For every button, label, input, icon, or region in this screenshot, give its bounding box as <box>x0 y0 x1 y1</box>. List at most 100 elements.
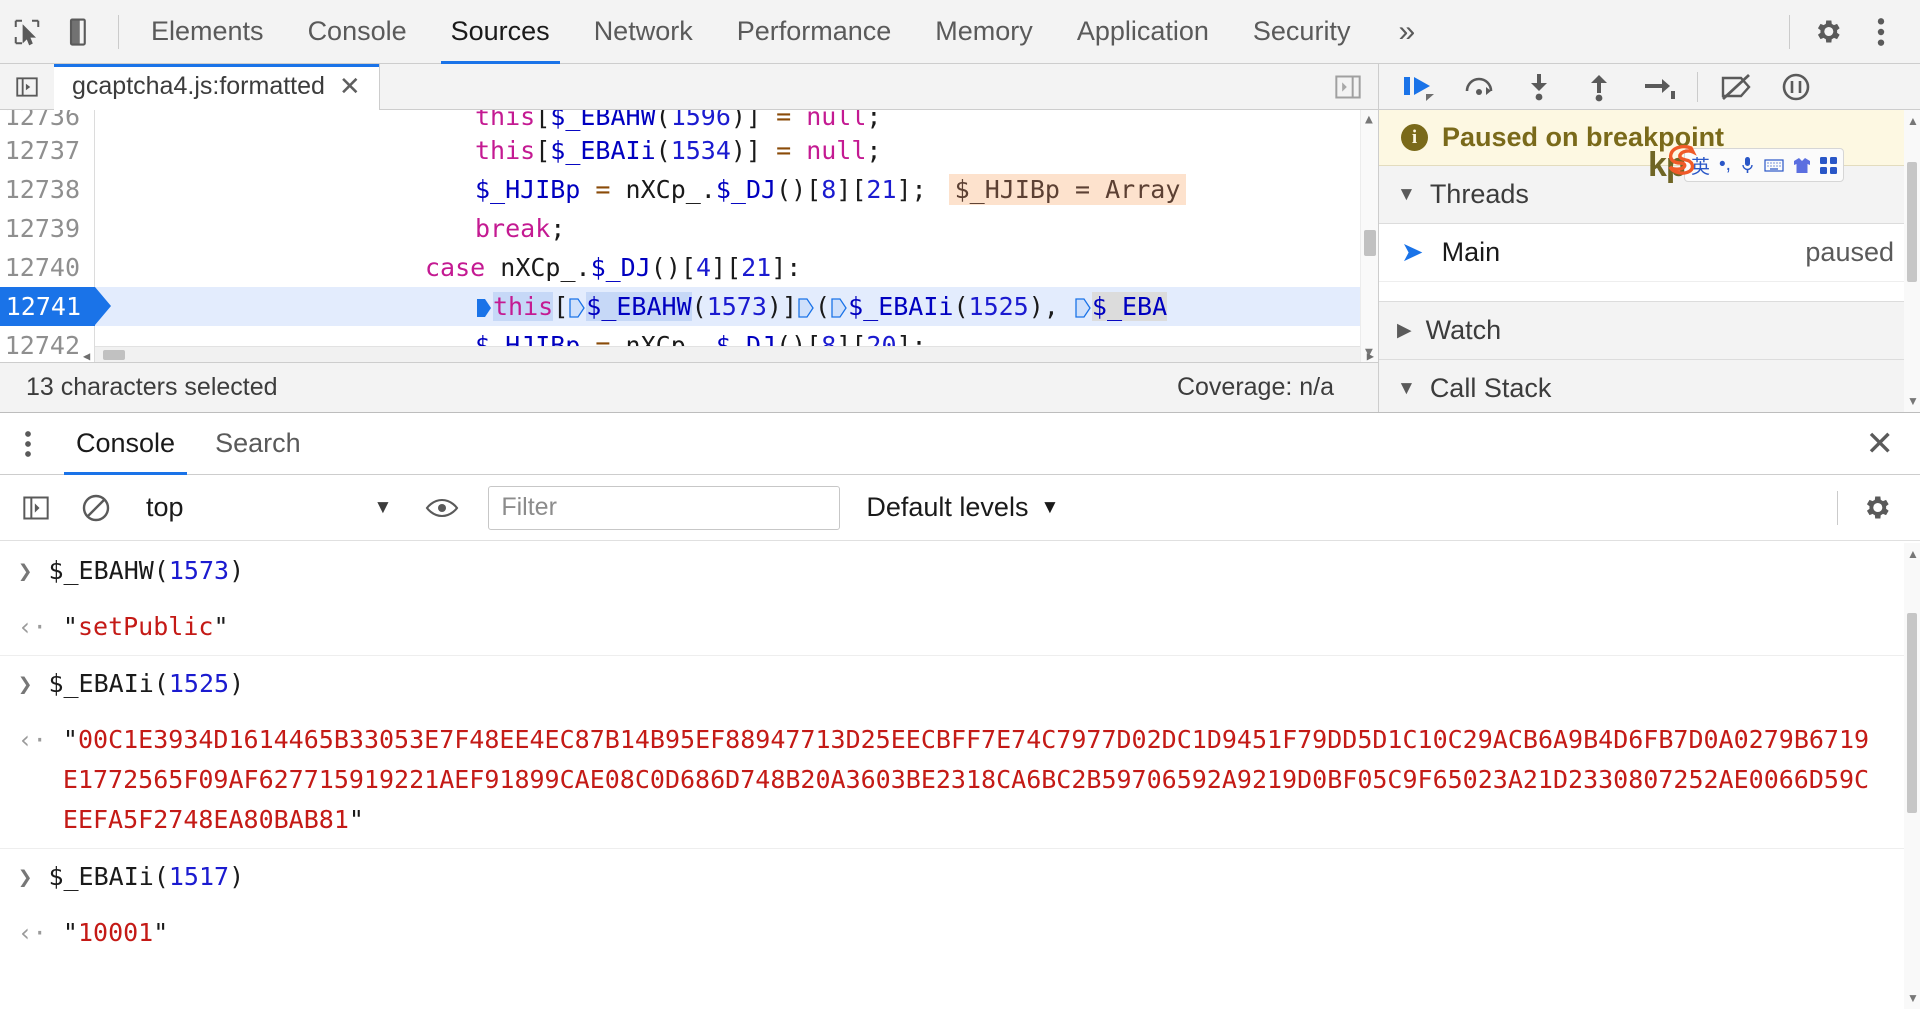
message-text: "10001" <box>63 913 168 953</box>
code-line[interactable]: 12738 $_HJIBp = nXCp_.$_DJ()[8][21];$_HJ… <box>0 170 1378 209</box>
line-number: 12737 <box>0 131 95 170</box>
code-marker-icon[interactable] <box>831 296 847 320</box>
section-label: Threads <box>1430 179 1529 210</box>
gear-icon[interactable] <box>1800 5 1854 59</box>
scroll-up-arrow[interactable]: ▲ <box>1907 114 1919 128</box>
line-content[interactable]: break; <box>95 214 1378 243</box>
message-text: "00C1E3934D1614465B33053E7F48EE4EC87B14B… <box>63 720 1883 840</box>
step-into-icon[interactable] <box>1511 64 1567 110</box>
message-text: $_EBAIi(1525) <box>48 664 244 704</box>
console-output-message[interactable]: ‹· "00C1E3934D1614465B33053E7F48EE4EC87B… <box>0 712 1920 849</box>
line-number: 12738 <box>0 170 95 209</box>
pause-icon[interactable] <box>1768 64 1824 110</box>
show-debugger-icon[interactable] <box>1318 64 1378 110</box>
drawer-tab-console[interactable]: Console <box>56 413 195 475</box>
scroll-up-arrow[interactable]: ▲ <box>1365 112 1373 127</box>
vertical-dots-icon[interactable] <box>1854 5 1908 59</box>
show-navigator-icon[interactable] <box>0 74 54 100</box>
console-input-message[interactable]: ❯ $_EBAIi(1525) <box>0 656 1920 712</box>
tab-memory[interactable]: Memory <box>913 0 1055 64</box>
console-input-message[interactable]: ❯ $_EBAHW(1573) <box>0 543 1920 599</box>
code-marker-icon[interactable] <box>569 296 585 320</box>
line-content[interactable]: case nXCp_.$_DJ()[4][21]: <box>95 253 1378 282</box>
line-content[interactable]: $_HJIBp = nXCp_.$_DJ()[8][21];$_HJIBp = … <box>95 175 1378 204</box>
current-thread-icon: ➤ <box>1401 237 1424 268</box>
chevron-right-icon: ▶ <box>1397 319 1412 342</box>
scrollbar-thumb-h[interactable] <box>103 350 125 360</box>
console-input-message[interactable]: ❯ $_EBAIi(1517) <box>0 849 1920 905</box>
thread-row-main[interactable]: ➤ Main paused <box>1379 224 1920 282</box>
tab-performance[interactable]: Performance <box>715 0 914 64</box>
code-line-executing[interactable]: 12741 this[$_EBAHW(1573)]($_EBAIi(1525),… <box>0 287 1378 326</box>
editor-horizontal-scrollbar[interactable]: ◀ ▶ <box>95 346 1360 362</box>
code-line[interactable]: 12737 this[$_EBAIi(1534)] = null; <box>0 131 1378 170</box>
inspect-cursor-icon[interactable] <box>0 5 54 59</box>
debugger-sidebar: i Paused on breakpoint ▼ Threads ➤ Main … <box>1378 64 1920 412</box>
tab-network[interactable]: Network <box>572 0 715 64</box>
close-icon[interactable]: ✕ <box>1866 424 1920 464</box>
scrollbar-thumb[interactable] <box>1907 613 1917 813</box>
scroll-left-arrow[interactable]: ◀ <box>83 349 90 362</box>
code-line[interactable]: 12739 break; <box>0 209 1378 248</box>
step-out-icon[interactable] <box>1571 64 1627 110</box>
code-line[interactable]: 12740 case nXCp_.$_DJ()[4][21]: <box>0 248 1378 287</box>
drawer-tab-search[interactable]: Search <box>195 413 321 475</box>
gear-icon[interactable] <box>1848 480 1904 536</box>
scroll-right-arrow[interactable]: ▶ <box>1367 349 1374 362</box>
deactivate-breakpoints-icon[interactable] <box>1708 64 1764 110</box>
section-label: Watch <box>1426 315 1502 346</box>
console-output-message[interactable]: ‹· "10001" <box>0 905 1920 961</box>
step-icon[interactable] <box>1631 64 1687 110</box>
tab-application[interactable]: Application <box>1055 0 1231 64</box>
tab-elements[interactable]: Elements <box>129 0 286 64</box>
code-editor[interactable]: 12736 this[$_EBAHW(1596)] = null; 12737 … <box>0 110 1378 362</box>
more-tabs-icon[interactable]: » <box>1372 15 1441 49</box>
resume-icon[interactable] <box>1391 64 1447 110</box>
debugger-vertical-scrollbar[interactable]: ▲ ▼ <box>1904 110 1920 412</box>
keyboard-icon[interactable] <box>1764 158 1784 173</box>
tab-security[interactable]: Security <box>1231 0 1373 64</box>
code-marker-icon[interactable] <box>798 296 814 320</box>
tab-sources[interactable]: Sources <box>429 0 572 64</box>
scroll-down-arrow[interactable]: ▼ <box>1907 991 1919 1005</box>
filter-input[interactable] <box>488 486 840 530</box>
console-message-list[interactable]: ❯ $_EBAHW(1573) ‹· "setPublic" ❯ $_EBAIi… <box>0 543 1920 1009</box>
mic-icon[interactable] <box>1740 156 1755 175</box>
line-content[interactable]: this[$_EBAIi(1534)] = null; <box>95 136 1378 165</box>
file-tab-gcaptcha4[interactable]: gcaptcha4.js:formatted ✕ <box>54 64 380 110</box>
section-label: Call Stack <box>1430 373 1552 404</box>
editor-vertical-scrollbar[interactable]: ▲ ▼ <box>1360 110 1378 362</box>
apps-icon[interactable] <box>1820 157 1837 174</box>
ime-punctuation-mode[interactable]: •, <box>1719 154 1731 176</box>
execution-context-value: top <box>146 492 184 523</box>
chevron-down-icon: ▼ <box>1397 184 1416 206</box>
tab-console[interactable]: Console <box>286 0 429 64</box>
scrollbar-thumb[interactable] <box>1364 230 1376 256</box>
device-toolbar-icon[interactable] <box>54 5 108 59</box>
scrollbar-thumb[interactable] <box>1907 162 1917 282</box>
shirt-icon[interactable] <box>1793 157 1811 174</box>
console-output-message[interactable]: ‹· "setPublic" <box>0 599 1920 656</box>
step-over-icon[interactable] <box>1451 64 1507 110</box>
line-content[interactable]: this[$_EBAHW(1596)] = null; <box>95 110 1378 131</box>
clear-console-icon[interactable] <box>68 480 124 536</box>
debugger-section-watch[interactable]: ▶ Watch <box>1379 302 1920 360</box>
sogou-ime-logo-icon[interactable] <box>1662 140 1702 180</box>
code-marker-icon[interactable] <box>1075 296 1091 320</box>
code-line[interactable]: 12736 this[$_EBAHW(1596)] = null; <box>0 110 1378 131</box>
code-marker-icon[interactable] <box>476 296 492 320</box>
scroll-up-arrow[interactable]: ▲ <box>1907 547 1919 561</box>
toolbar-divider <box>118 15 119 49</box>
debugger-section-call-stack[interactable]: ▼ Call Stack <box>1379 360 1920 418</box>
live-expression-icon[interactable] <box>414 480 470 536</box>
output-chevron-icon: ‹· <box>18 607 47 647</box>
close-icon[interactable]: ✕ <box>339 71 361 102</box>
log-levels-select[interactable]: Default levels ▼ <box>866 492 1059 523</box>
vertical-dots-icon[interactable] <box>0 429 56 459</box>
devtools-window: Elements Console Sources Network Perform… <box>0 0 1920 1009</box>
execution-context-select[interactable]: top ▼ <box>128 492 392 523</box>
console-vertical-scrollbar[interactable]: ▲ ▼ <box>1904 543 1920 1009</box>
line-content[interactable]: this[$_EBAHW(1573)]($_EBAIi(1525), $_EBA <box>95 292 1378 321</box>
show-console-sidebar-icon[interactable] <box>8 480 64 536</box>
scroll-down-arrow[interactable]: ▼ <box>1907 394 1919 408</box>
